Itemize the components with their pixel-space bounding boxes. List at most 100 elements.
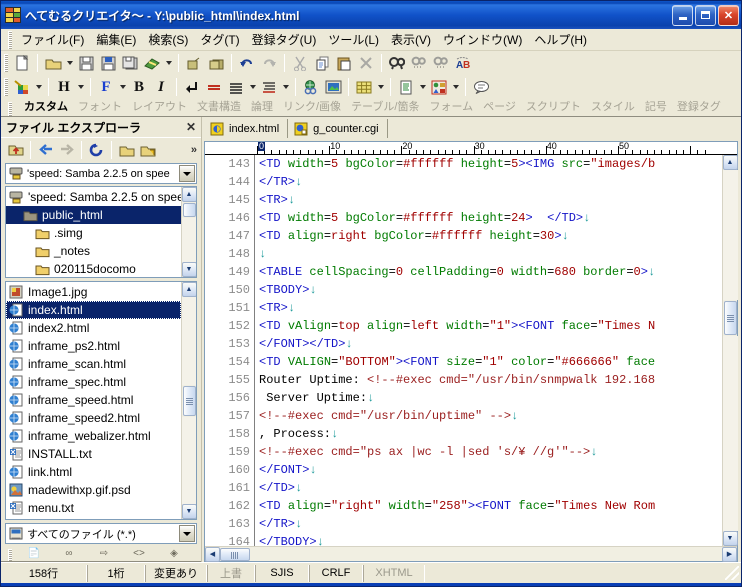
code-line[interactable]: <TR>↓: [259, 191, 722, 209]
cattab-layout[interactable]: レイアウト: [123, 99, 192, 116]
color-picker-icon[interactable]: [11, 76, 33, 98]
document-tab-g-counter-cgi[interactable]: g_counter.cgi: [290, 119, 388, 138]
forward-icon[interactable]: [56, 139, 77, 161]
heading-dropdown-icon[interactable]: [75, 76, 86, 98]
file-filter-arrow[interactable]: [179, 525, 195, 542]
list-item[interactable]: link.html: [6, 463, 181, 481]
delete-icon[interactable]: [355, 52, 377, 74]
list-item-index-html[interactable]: index.html: [6, 301, 181, 319]
replace-icon[interactable]: AB: [452, 52, 474, 74]
table-icon[interactable]: [353, 76, 375, 98]
align-icon[interactable]: [225, 76, 247, 98]
code-text[interactable]: <TD width=5 bgColor=#ffffff height=5><IM…: [255, 155, 722, 546]
cut-icon[interactable]: [289, 52, 311, 74]
editor-vertical-scrollbar[interactable]: ▲ ▼: [722, 155, 738, 546]
list-item[interactable]: inframe_webalizer.html: [6, 427, 181, 445]
line-break-icon[interactable]: [181, 76, 203, 98]
scroll-left-button[interactable]: ◀: [205, 546, 220, 562]
toolbar-grip-2[interactable]: [4, 78, 8, 96]
open-project-icon[interactable]: [183, 52, 205, 74]
refresh-icon[interactable]: [86, 139, 107, 161]
undo-icon[interactable]: [236, 52, 258, 74]
menu-window[interactable]: ウインドウ(W): [437, 29, 528, 50]
bold-icon[interactable]: B: [128, 76, 150, 98]
explorer-close-icon[interactable]: ✕: [184, 120, 198, 134]
save-all-icon[interactable]: [119, 52, 141, 74]
menu-registered-tag[interactable]: 登録タグ(U): [246, 29, 323, 50]
scroll-track-lower[interactable]: [181, 417, 196, 504]
list-item[interactable]: inframe_ps2.html: [6, 337, 181, 355]
code-line[interactable]: <TD align="right" width="258"><FONT face…: [259, 497, 722, 515]
code-viewport[interactable]: 143 144 145 146 147 148 149 150 151 152 153 154 155 1…: [205, 155, 722, 546]
open-folder-icon[interactable]: [42, 52, 64, 74]
menu-grip[interactable]: [8, 30, 12, 49]
tree-item[interactable]: _notes: [6, 242, 181, 260]
scroll-up-button[interactable]: ▲: [181, 282, 196, 297]
tree-item[interactable]: .simg: [6, 224, 181, 242]
cattab-symbol[interactable]: 記号: [636, 99, 672, 116]
code-line[interactable]: <TD vAlign=top align=left width="1"><FON…: [259, 317, 722, 335]
menu-view[interactable]: 表示(V): [385, 29, 437, 50]
horizontal-rule-icon[interactable]: [203, 76, 225, 98]
mini-tab-code[interactable]: <>: [120, 545, 158, 561]
menu-file[interactable]: ファイル(F): [15, 29, 90, 50]
list-item[interactable]: INSTALL.txt: [6, 445, 181, 463]
find-icon[interactable]: [386, 52, 408, 74]
minimize-button[interactable]: [672, 4, 693, 26]
cattab-form[interactable]: フォーム: [420, 99, 478, 116]
code-line[interactable]: Server Uptime:↓: [259, 389, 722, 407]
editor-horizontal-scrollbar[interactable]: ◀ ▶: [205, 546, 737, 562]
code-line[interactable]: </TR>↓: [259, 515, 722, 533]
status-encoding[interactable]: SJIS: [255, 564, 309, 582]
scroll-up-button[interactable]: ▲: [722, 155, 738, 170]
save-as-icon[interactable]: [97, 52, 119, 74]
cattab-script[interactable]: スクリプト: [517, 99, 586, 116]
code-line[interactable]: ↓: [259, 245, 722, 263]
save-icon[interactable]: [75, 52, 97, 74]
maximize-button[interactable]: [695, 4, 716, 26]
heading-icon[interactable]: H: [53, 76, 75, 98]
list-item[interactable]: inframe_speed2.html: [6, 409, 181, 427]
scroll-thumb[interactable]: [182, 386, 196, 416]
list-item[interactable]: madewithxp.gif.psd: [6, 481, 181, 499]
scroll-down-button[interactable]: ▼: [181, 262, 196, 277]
find-prev-icon[interactable]: [430, 52, 452, 74]
code-line[interactable]: <TBODY>↓: [259, 281, 722, 299]
new-file-icon[interactable]: [11, 52, 33, 74]
code-line[interactable]: <TABLE cellSpacing=0 cellPadding=0 width…: [259, 263, 722, 281]
mini-tab-misc[interactable]: ◈: [155, 545, 193, 561]
status-doctype[interactable]: XHTML: [363, 564, 425, 582]
menu-edit[interactable]: 編集(E): [90, 29, 142, 50]
list-item[interactable]: index2.html: [6, 319, 181, 337]
cattab-link-image[interactable]: リンク/画像: [274, 99, 346, 116]
list-item[interactable]: inframe_spec.html: [6, 373, 181, 391]
form-dropdown-icon[interactable]: [417, 76, 428, 98]
list-item[interactable]: menu.txt: [6, 499, 181, 517]
menu-tag[interactable]: タグ(T): [194, 29, 245, 50]
menu-tools[interactable]: ツール(L): [322, 29, 385, 50]
menu-help[interactable]: ヘルプ(H): [528, 29, 593, 50]
document-tab-index-html[interactable]: index.html: [206, 119, 289, 138]
folder-tree-scrollbar[interactable]: ▲ ▼: [181, 187, 196, 277]
code-line[interactable]: <!--#exec cmd="/usr/bin/uptime" -->↓: [259, 407, 722, 425]
code-line[interactable]: </TR>↓: [259, 173, 722, 191]
tree-item[interactable]: 'speed: Samba 2.2.5 on speed: [6, 188, 181, 206]
font-icon[interactable]: F: [95, 76, 117, 98]
code-line[interactable]: <TD width=5 bgColor=#ffffff height=5><IM…: [259, 155, 722, 173]
status-overwrite-mode[interactable]: 上書: [207, 564, 255, 582]
cattab-grip[interactable]: [8, 102, 12, 116]
multimedia-icon[interactable]: [428, 76, 450, 98]
form-icon[interactable]: [395, 76, 417, 98]
mini-tab-link[interactable]: ∞: [50, 545, 88, 561]
list-item[interactable]: inframe_speed.html: [6, 391, 181, 409]
tree-item[interactable]: 020115docomo: [6, 260, 181, 277]
code-line[interactable]: </FONT></TD>↓: [259, 335, 722, 353]
scroll-track[interactable]: [181, 218, 196, 262]
status-linebreak[interactable]: CRLF: [309, 564, 363, 582]
list-item[interactable]: Image1.jpg: [6, 283, 181, 301]
find-next-icon[interactable]: [408, 52, 430, 74]
scroll-right-button[interactable]: ▶: [722, 546, 737, 562]
comment-icon[interactable]: [470, 76, 492, 98]
code-line[interactable]: </TD>↓: [259, 479, 722, 497]
menu-search[interactable]: 検索(S): [142, 29, 194, 50]
